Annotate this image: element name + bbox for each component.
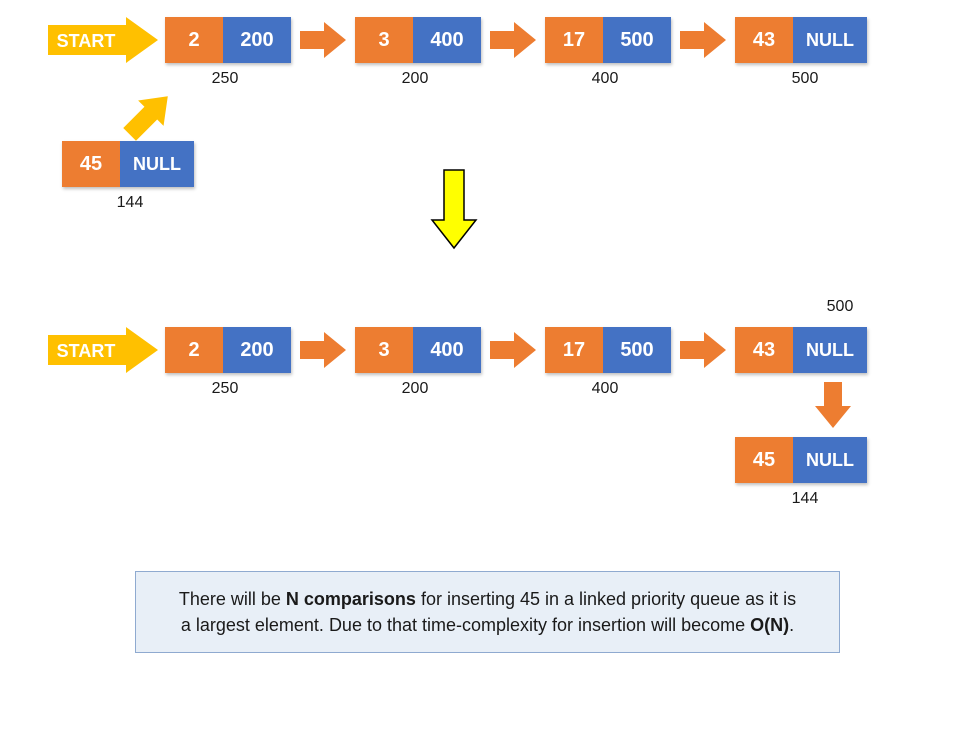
link-arrow-icon [300, 332, 346, 368]
start-label-1: START [57, 31, 116, 51]
node-addr: 144 [765, 490, 845, 508]
node-addr: 200 [375, 380, 455, 398]
node-data: 3 [355, 327, 413, 373]
node-ptr: NULL [793, 437, 867, 483]
node-ptr: 400 [413, 17, 481, 63]
node-addr: 500 [765, 70, 845, 88]
caption-bold2: O(N) [750, 615, 789, 635]
node-ptr: 500 [603, 327, 671, 373]
node-addr: 250 [185, 380, 265, 398]
link-arrow-icon [680, 332, 726, 368]
node-data: 3 [355, 17, 413, 63]
node-ptr: 200 [223, 17, 291, 63]
insert-arrow-icon [118, 86, 178, 146]
node-data: 2 [165, 17, 223, 63]
node-addr: 250 [185, 70, 265, 88]
link-arrow-icon [490, 22, 536, 58]
new-node: 45 NULL [62, 141, 194, 187]
link-arrow-icon [300, 22, 346, 58]
link-arrow-icon [490, 332, 536, 368]
node-data: 45 [62, 141, 120, 187]
node-data: 43 [735, 327, 793, 373]
caption-post: . [789, 615, 794, 635]
caption-bold1: N comparisons [286, 589, 416, 609]
node-ptr: 500 [603, 17, 671, 63]
appended-node: 45 NULL [735, 437, 867, 483]
node-data: 17 [545, 17, 603, 63]
node-ptr: 200 [223, 327, 291, 373]
transition-down-arrow-icon [430, 168, 478, 255]
node-addr-above: 500 [800, 298, 880, 316]
node-r1-0: 2 200 [165, 17, 291, 63]
node-addr: 400 [565, 70, 645, 88]
node-ptr: NULL [793, 17, 867, 63]
node-r2-2: 17 500 [545, 327, 671, 373]
node-ptr: NULL [793, 327, 867, 373]
node-r2-3: 43 NULL [735, 327, 867, 373]
node-r1-3: 43 NULL [735, 17, 867, 63]
node-addr: 144 [90, 194, 170, 212]
node-ptr: 400 [413, 327, 481, 373]
link-down-arrow-icon [815, 382, 851, 428]
node-data: 2 [165, 327, 223, 373]
node-r1-2: 17 500 [545, 17, 671, 63]
node-data: 17 [545, 327, 603, 373]
caption-pre: There will be [179, 589, 286, 609]
node-addr: 200 [375, 70, 455, 88]
node-r2-0: 2 200 [165, 327, 291, 373]
start-label-2: START [57, 341, 116, 361]
node-r2-1: 3 400 [355, 327, 481, 373]
start-arrow-1: START [48, 17, 158, 63]
node-ptr: NULL [120, 141, 194, 187]
caption-box: There will be N comparisons for insertin… [135, 571, 840, 653]
start-arrow-2: START [48, 327, 158, 373]
link-arrow-icon [680, 22, 726, 58]
node-r1-1: 3 400 [355, 17, 481, 63]
node-data: 43 [735, 17, 793, 63]
node-data: 45 [735, 437, 793, 483]
node-addr: 400 [565, 380, 645, 398]
